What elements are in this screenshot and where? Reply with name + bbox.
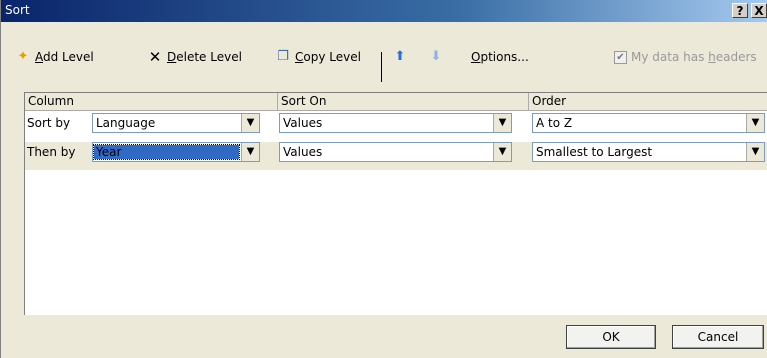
chevron-down-icon[interactable]: ▼ xyxy=(241,143,259,161)
title-bar: Sort ? X xyxy=(1,0,767,22)
sort-on-select[interactable]: Values ▼ xyxy=(279,113,512,133)
chevron-down-icon[interactable]: ▼ xyxy=(746,114,764,132)
sort-level-row[interactable]: Sort by Language ▼ Values ▼ A to Z ▼ xyxy=(25,113,767,141)
add-level-icon: ✦ xyxy=(17,49,29,64)
copy-level-label: Copy Level xyxy=(295,50,361,64)
dialog-title: Sort xyxy=(5,3,30,17)
checkmark-icon: ✔ xyxy=(614,50,627,64)
order-select[interactable]: Smallest to Largest ▼ xyxy=(532,142,765,162)
delete-level-button[interactable]: ✕ Delete Level xyxy=(147,48,242,66)
cancel-button[interactable]: Cancel xyxy=(672,325,764,349)
toolbar-separator xyxy=(381,52,382,82)
delete-level-label: Delete Level xyxy=(167,50,242,64)
sort-levels-grid: Column Sort On Order Sort by Language ▼ … xyxy=(24,92,767,315)
chevron-down-icon[interactable]: ▼ xyxy=(493,143,511,161)
row-label: Sort by xyxy=(27,116,71,130)
selected-value: Year xyxy=(93,144,240,160)
sort-dialog: Sort ? X ✦ Add Level ✕ Delete Level ❐ Co… xyxy=(0,0,767,358)
sort-on-select[interactable]: Values ▼ xyxy=(279,142,512,162)
column-select[interactable]: Year ▼ xyxy=(92,142,260,162)
copy-icon: ❐ xyxy=(277,49,289,64)
add-level-label: Add Level xyxy=(35,50,94,64)
order-header: Order xyxy=(529,93,767,111)
up-arrow-icon: ⬆ xyxy=(394,49,406,64)
my-data-has-headers-checkbox[interactable]: ✔ My data has headers xyxy=(614,48,757,66)
move-up-button[interactable]: ⬆ xyxy=(392,48,408,66)
add-level-button[interactable]: ✦ Add Level xyxy=(15,48,94,66)
move-down-button[interactable]: ⬇ xyxy=(428,48,444,66)
help-button[interactable]: ? xyxy=(732,3,748,18)
chevron-down-icon[interactable]: ▼ xyxy=(493,114,511,132)
column-header: Column xyxy=(25,93,278,111)
column-select[interactable]: Language ▼ xyxy=(92,113,260,133)
copy-level-button[interactable]: ❐ Copy Level xyxy=(275,48,361,66)
delete-icon: ✕ xyxy=(148,48,162,66)
sort-level-row[interactable]: Then by Year ▼ Values ▼ Smallest to Larg… xyxy=(25,142,767,170)
headers-label: My data has headers xyxy=(631,50,757,64)
order-select[interactable]: A to Z ▼ xyxy=(532,113,765,133)
chevron-down-icon[interactable]: ▼ xyxy=(241,114,259,132)
down-arrow-icon: ⬇ xyxy=(430,49,442,64)
chevron-down-icon[interactable]: ▼ xyxy=(746,143,764,161)
toolbar: ✦ Add Level ✕ Delete Level ❐ Copy Level … xyxy=(1,44,767,70)
sort-on-header: Sort On xyxy=(278,93,529,111)
options-button[interactable]: Options... xyxy=(471,48,529,66)
close-button[interactable]: X xyxy=(751,3,767,18)
ok-button[interactable]: OK xyxy=(566,325,656,349)
row-label: Then by xyxy=(27,145,76,159)
options-label: Options... xyxy=(471,50,529,64)
